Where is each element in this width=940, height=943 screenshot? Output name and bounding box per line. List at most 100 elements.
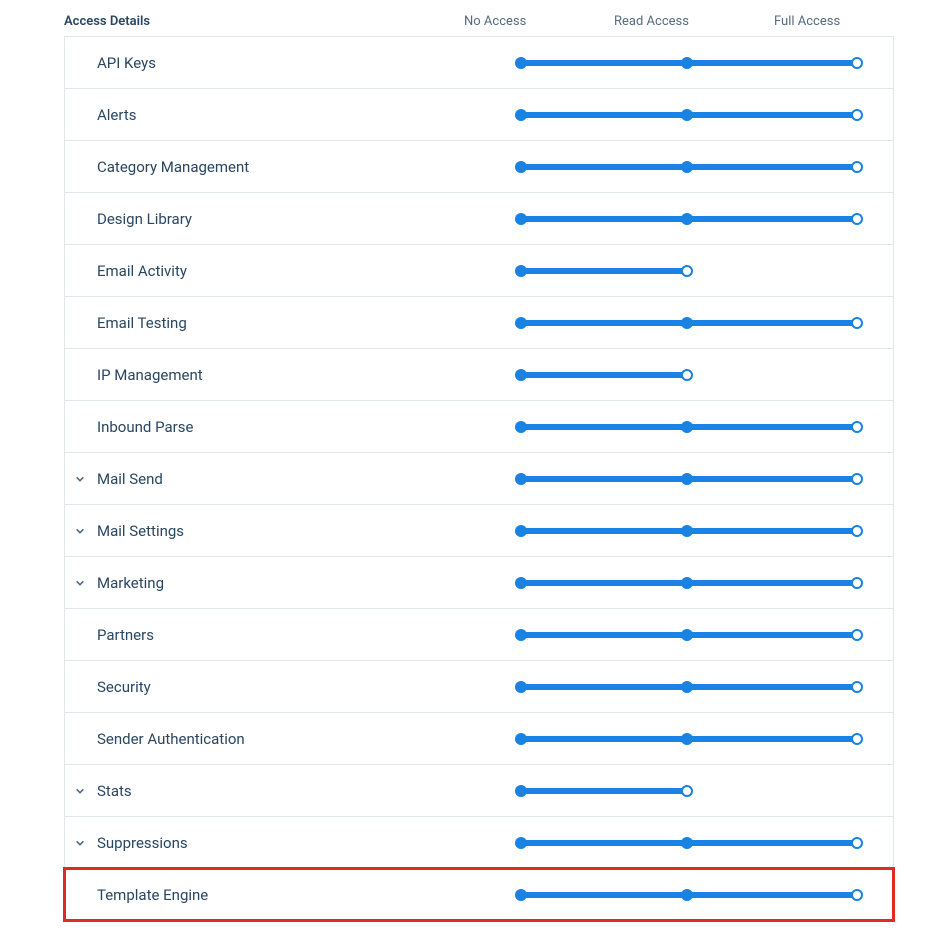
chevron-down-icon[interactable] [75, 786, 85, 796]
slider-stop-noaccess[interactable] [515, 421, 527, 433]
permission-slider[interactable] [521, 421, 857, 433]
slider-stop-noaccess[interactable] [515, 577, 527, 589]
permission-slider[interactable] [521, 369, 857, 381]
permission-slider[interactable] [521, 525, 857, 537]
permission-row-mail-settings: Mail Settings [64, 504, 894, 557]
slider-stop-noaccess[interactable] [515, 785, 527, 797]
permission-row-stats: Stats [64, 764, 894, 817]
permission-slider[interactable] [521, 161, 857, 173]
permission-slider[interactable] [521, 629, 857, 641]
slider-stop-noaccess[interactable] [515, 837, 527, 849]
permission-slider[interactable] [521, 213, 857, 225]
permission-slider[interactable] [521, 57, 857, 69]
permission-label: Template Engine [97, 886, 521, 904]
slider-handle[interactable] [851, 837, 863, 849]
slider-handle[interactable] [851, 109, 863, 121]
permission-label: Alerts [97, 106, 521, 124]
permission-slider[interactable] [521, 681, 857, 693]
permission-row-api-keys: API Keys [64, 36, 894, 89]
slider-stop-read[interactable] [681, 421, 693, 433]
slider-stop-noaccess[interactable] [515, 317, 527, 329]
permission-row-suppressions: Suppressions [64, 816, 894, 869]
chevron-down-icon[interactable] [75, 474, 85, 484]
column-read-label: Read Access [614, 14, 689, 29]
slider-handle[interactable] [681, 785, 693, 797]
slider-handle[interactable] [851, 733, 863, 745]
slider-stop-read[interactable] [681, 473, 693, 485]
permission-row-partners: Partners [64, 608, 894, 661]
chevron-down-icon[interactable] [75, 838, 85, 848]
permission-label: Email Activity [97, 262, 521, 280]
slider-handle[interactable] [851, 213, 863, 225]
permission-label: Mail Settings [97, 522, 521, 540]
slider-stop-read[interactable] [681, 57, 693, 69]
slider-handle[interactable] [851, 473, 863, 485]
slider-stop-read[interactable] [681, 837, 693, 849]
slider-handle[interactable] [851, 161, 863, 173]
slider-stop-read[interactable] [681, 317, 693, 329]
slider-handle[interactable] [851, 57, 863, 69]
permission-row-marketing: Marketing [64, 556, 894, 609]
permission-slider[interactable] [521, 317, 857, 329]
permission-row-template-engine: Template Engine [64, 868, 894, 921]
permission-label: Design Library [97, 210, 521, 228]
slider-stop-read[interactable] [681, 889, 693, 901]
slider-handle[interactable] [681, 265, 693, 277]
slider-stop-read[interactable] [681, 629, 693, 641]
slider-stop-noaccess[interactable] [515, 473, 527, 485]
slider-handle[interactable] [851, 577, 863, 589]
permission-label: Inbound Parse [97, 418, 521, 436]
permission-row-inbound-parse: Inbound Parse [64, 400, 894, 453]
access-details-header: Access Details No Access Read Access Ful… [64, 8, 894, 34]
permission-label: API Keys [97, 54, 521, 72]
slider-stop-read[interactable] [681, 109, 693, 121]
slider-stop-noaccess[interactable] [515, 161, 527, 173]
slider-handle[interactable] [681, 369, 693, 381]
slider-stop-noaccess[interactable] [515, 213, 527, 225]
permission-label: Stats [97, 782, 521, 800]
slider-stop-noaccess[interactable] [515, 369, 527, 381]
slider-handle[interactable] [851, 889, 863, 901]
slider-handle[interactable] [851, 421, 863, 433]
permission-label: Email Testing [97, 314, 521, 332]
slider-handle[interactable] [851, 681, 863, 693]
slider-stop-noaccess[interactable] [515, 265, 527, 277]
access-details-title: Access Details [64, 14, 150, 29]
column-noaccess-label: No Access [464, 14, 526, 29]
slider-stop-noaccess[interactable] [515, 889, 527, 901]
slider-stop-noaccess[interactable] [515, 109, 527, 121]
slider-stop-noaccess[interactable] [515, 733, 527, 745]
permission-label: Partners [97, 626, 521, 644]
permission-row-ip-management: IP Management [64, 348, 894, 401]
permission-slider[interactable] [521, 109, 857, 121]
permission-slider[interactable] [521, 785, 857, 797]
permission-row-security: Security [64, 660, 894, 713]
slider-handle[interactable] [851, 317, 863, 329]
permission-slider[interactable] [521, 889, 857, 901]
slider-stop-read[interactable] [681, 213, 693, 225]
permission-label: Sender Authentication [97, 730, 521, 748]
permission-slider[interactable] [521, 733, 857, 745]
permission-row-design-library: Design Library [64, 192, 894, 245]
slider-stop-noaccess[interactable] [515, 525, 527, 537]
slider-handle[interactable] [851, 525, 863, 537]
slider-stop-read[interactable] [681, 525, 693, 537]
permission-label: Security [97, 678, 521, 696]
slider-stop-noaccess[interactable] [515, 681, 527, 693]
slider-stop-read[interactable] [681, 161, 693, 173]
chevron-down-icon[interactable] [75, 526, 85, 536]
permission-slider[interactable] [521, 837, 857, 849]
chevron-down-icon[interactable] [75, 578, 85, 588]
permission-row-email-activity: Email Activity [64, 244, 894, 297]
slider-stop-read[interactable] [681, 577, 693, 589]
slider-stop-noaccess[interactable] [515, 629, 527, 641]
permission-row-alerts: Alerts [64, 88, 894, 141]
slider-stop-read[interactable] [681, 681, 693, 693]
permission-slider[interactable] [521, 265, 857, 277]
slider-stop-noaccess[interactable] [515, 57, 527, 69]
slider-stop-read[interactable] [681, 733, 693, 745]
permission-slider[interactable] [521, 577, 857, 589]
permission-slider[interactable] [521, 473, 857, 485]
permission-row-category-management: Category Management [64, 140, 894, 193]
slider-handle[interactable] [851, 629, 863, 641]
